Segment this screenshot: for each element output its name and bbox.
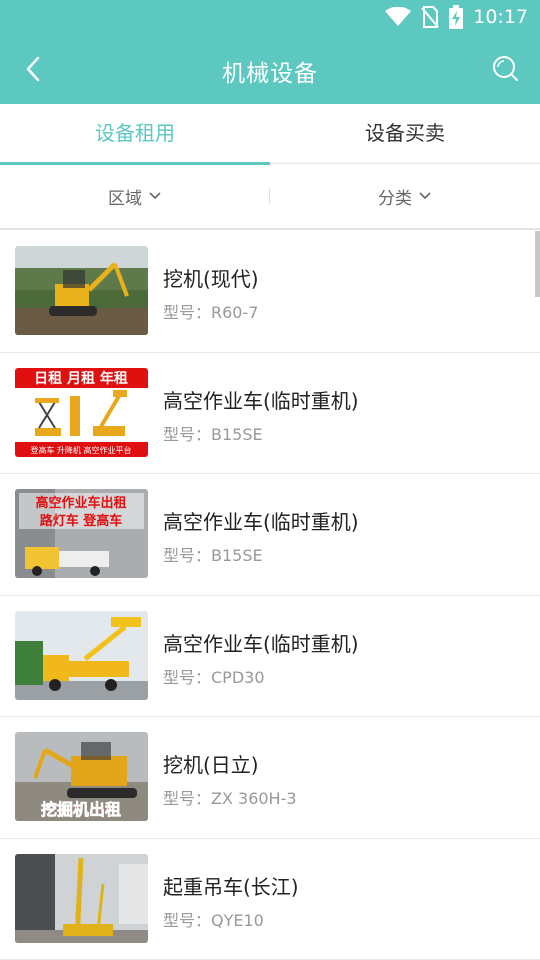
- app-bar: 机械设备: [0, 34, 540, 104]
- filter-divider: [269, 188, 270, 204]
- filter-category[interactable]: 分类: [270, 164, 540, 228]
- item-name: 起重吊车(长江): [163, 874, 299, 899]
- excavator-ad: 挖掘机出租: [15, 732, 148, 821]
- item-model: 型号：R60-7: [163, 303, 259, 322]
- aerial-truck-photo: [15, 610, 148, 700]
- list-item[interactable]: 起重吊车(长江) 型号：QYE10: [0, 839, 540, 960]
- chevron-down-icon: [149, 192, 161, 200]
- item-model: 型号：B15SE: [163, 424, 263, 444]
- aerial-truck-ad: 高空作业车出租 路灯车 登高车: [15, 489, 148, 578]
- item-name: 高空作业车(临时重机): [163, 631, 359, 656]
- filter-category-label: 分类: [378, 188, 412, 209]
- item-model: 型号：QYE10: [163, 910, 264, 930]
- ad-banner-text: 高空作业车出租: [35, 495, 126, 511]
- status-bar: 10:17: [0, 0, 540, 34]
- item-name: 挖机(日立): [163, 753, 259, 777]
- filter-bar: 区域 分类: [0, 164, 540, 230]
- clock: 10:17: [473, 6, 528, 28]
- list-item[interactable]: 挖掘机出租 挖机(日立) 型号：ZX 360H-3: [0, 717, 540, 839]
- tab-rent[interactable]: 设备租用: [0, 104, 270, 165]
- filter-region-label: 区域: [108, 188, 142, 209]
- ad-caption-text: 登高车 升降机 高空作业平台: [30, 445, 131, 455]
- list-item[interactable]: 高空作业车出租 路灯车 登高车 高空作业车(临时重机) 型号：B15SE: [0, 474, 540, 596]
- crane-photo: [15, 853, 148, 943]
- item-model: 型号：ZX 360H-3: [163, 789, 297, 808]
- list-item[interactable]: 挖机(现代) 型号：R60-7: [0, 231, 540, 353]
- wifi-icon: [385, 7, 412, 26]
- status-icons: 10:17: [385, 5, 528, 29]
- search-icon[interactable]: [490, 54, 520, 84]
- excavator-photo: [15, 246, 148, 335]
- ad-banner-text: 日租 月租 年租: [34, 370, 128, 387]
- filter-region[interactable]: 区域: [0, 164, 270, 228]
- page-title: 机械设备: [222, 61, 318, 87]
- sim-no-signal-icon: [421, 6, 439, 28]
- item-name: 高空作业车(临时重机): [163, 388, 359, 413]
- item-name: 挖机(现代): [163, 267, 259, 291]
- chevron-down-icon: [419, 192, 431, 200]
- scrollbar[interactable]: [535, 231, 540, 297]
- list-item[interactable]: 日租 月租 年租 登高车 升降机 高空作业平台 高空作业车(临时重机) 型号：B…: [0, 353, 540, 474]
- item-model: 型号：CPD30: [163, 667, 265, 687]
- item-model: 型号：B15SE: [163, 546, 263, 565]
- equipment-list: 挖机(现代) 型号：R60-7 日租 月租 年租 登高车 升降机 高空作业平台 …: [0, 231, 540, 960]
- tab-buy-sell[interactable]: 设备买卖: [270, 104, 540, 164]
- tab-bar: 设备租用 设备买卖: [0, 104, 540, 165]
- aerial-lift-ad: 日租 月租 年租 登高车 升降机 高空作业平台: [15, 367, 148, 457]
- item-name: 高空作业车(临时重机): [163, 510, 359, 534]
- battery-charging-icon: [449, 5, 464, 29]
- ad-banner-text: 挖掘机出租: [41, 800, 121, 819]
- list-item[interactable]: 高空作业车(临时重机) 型号：CPD30: [0, 596, 540, 717]
- ad-banner-text: 路灯车 登高车: [40, 513, 123, 529]
